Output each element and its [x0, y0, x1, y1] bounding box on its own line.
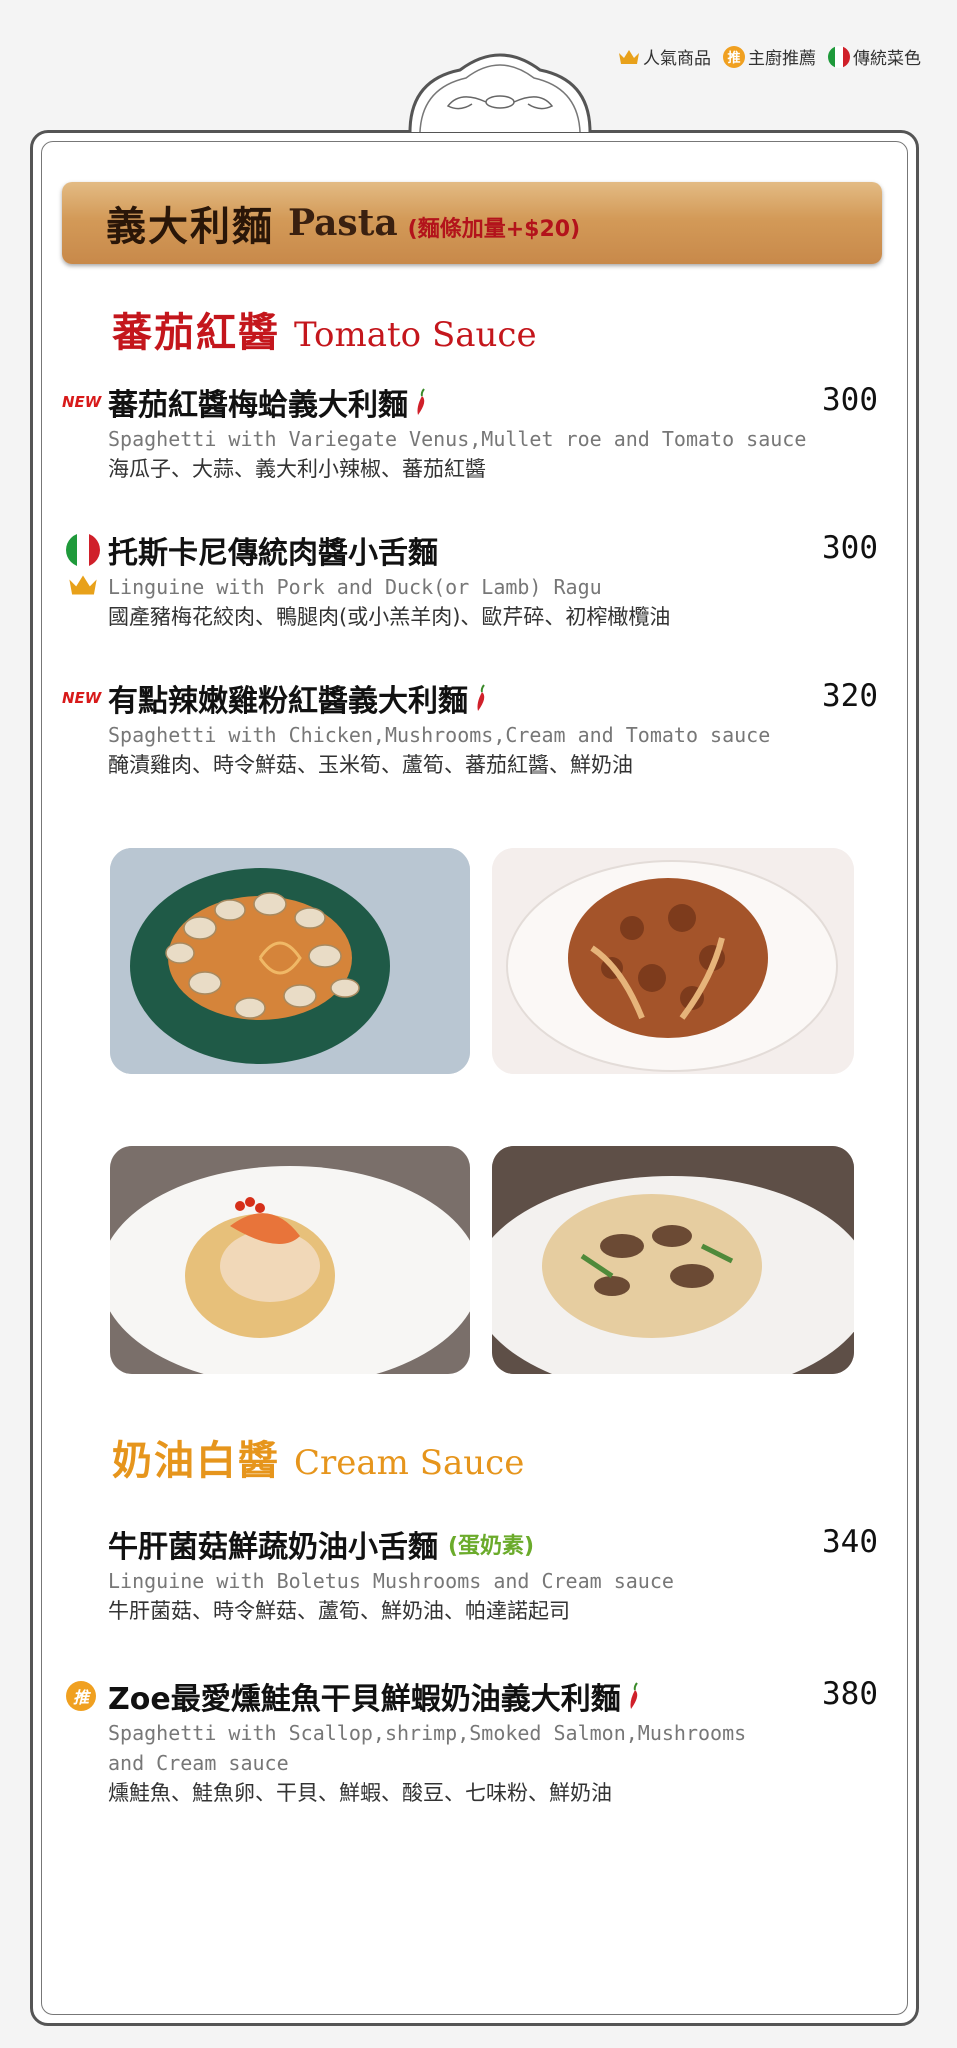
section-cream: 奶油白醬 Cream Sauce [112, 1438, 525, 1484]
menu-item: NEW 蕃茄紅醬梅蛤義大利麵 300 Spaghetti with Varieg… [62, 382, 878, 481]
legend-chef: 推 主廚推薦 [723, 44, 816, 69]
banner-title-en: Pasta [288, 202, 398, 244]
banner-extra: (麵條加量+$20) [407, 217, 581, 242]
menu-item: 托斯卡尼傳統肉醬小舌麵 300 Linguine with Pork and D… [62, 528, 878, 632]
dish-photo-clam-spaghetti [110, 848, 470, 1074]
chili-pepper-icon [417, 388, 425, 415]
legend: 人氣商品 推 主廚推薦 傳統菜色 [612, 44, 921, 69]
chili-pepper-icon [630, 1682, 638, 1709]
dish-photo-mushroom-cream-linguine [492, 1146, 854, 1374]
chili-pepper-icon [477, 684, 485, 711]
menu-item: 牛肝菌菇鮮蔬奶油小舌麵 (蛋奶素) 340 Linguine with Bolet… [108, 1524, 878, 1623]
italy-flag-icon [828, 45, 850, 68]
price: 300 [822, 530, 878, 566]
italy-flag-icon [66, 533, 100, 567]
price: 300 [822, 382, 878, 418]
vegetarian-tag: (蛋奶素) [448, 1534, 535, 1559]
chef-recommend-icon: 推 [723, 45, 745, 68]
crown-icon [69, 575, 97, 595]
banner-title: 義大利麵 [106, 204, 274, 250]
ornament-icon [408, 53, 592, 133]
category-banner: 義大利麵 Pasta (麵條加量+$20) [62, 182, 882, 264]
dish-photo-salmon-cream-spaghetti [110, 1146, 470, 1374]
new-badge: NEW [62, 689, 102, 707]
price: 340 [822, 1524, 878, 1560]
legend-traditional: 傳統菜色 [828, 44, 921, 69]
crown-icon [619, 49, 639, 64]
new-badge: NEW [62, 393, 102, 411]
menu-item: NEW 有點辣嫩雞粉紅醬義大利麵 320 Spaghetti with Chic… [62, 678, 878, 777]
dish-photo-ragu-linguine [492, 848, 854, 1074]
price: 380 [822, 1676, 878, 1712]
price: 320 [822, 678, 878, 714]
section-tomato: 蕃茄紅醬 Tomato Sauce [112, 310, 537, 356]
menu-item: 推 Zoe最愛燻鮭魚干貝鮮蝦奶油義大利麵 380 Spaghetti with … [62, 1674, 878, 1808]
chef-recommend-icon: 推 [66, 1681, 96, 1711]
legend-popular: 人氣商品 [618, 44, 711, 69]
